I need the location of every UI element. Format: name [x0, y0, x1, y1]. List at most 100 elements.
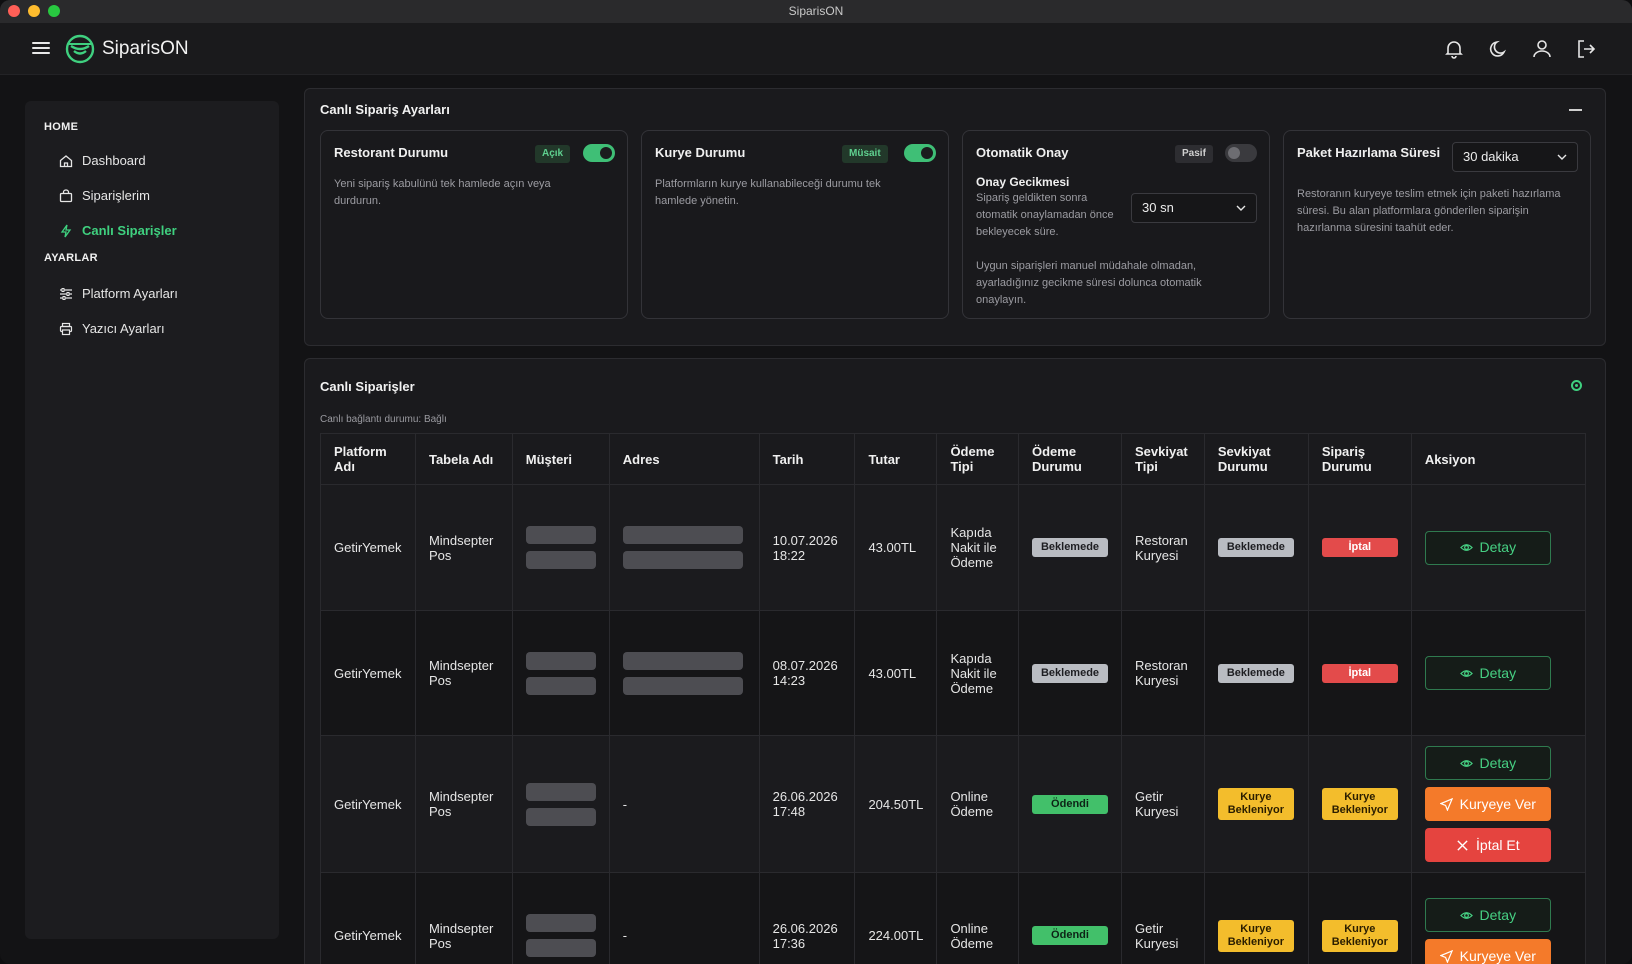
sidebar-item-platform-settings[interactable]: Platform Ayarları: [25, 276, 279, 311]
column-header[interactable]: Ödeme Tipi: [936, 433, 1019, 485]
action-cell: Detay: [1410, 610, 1587, 736]
detail-button[interactable]: Detay: [1424, 898, 1551, 932]
column-header[interactable]: Tarih: [758, 433, 856, 485]
shipping-type-cell: Getir Kuryesi: [1121, 735, 1205, 873]
detail-button[interactable]: Detay: [1424, 530, 1551, 565]
window-title: SiparisON: [788, 4, 844, 18]
date-cell: 10.07.2026 18:22: [758, 484, 856, 611]
status-badge: Beklemede: [1032, 538, 1108, 557]
user-icon[interactable]: [1530, 37, 1554, 61]
order-status-cell: Kurye Bekleniyor: [1307, 872, 1412, 964]
column-header[interactable]: Sevkiyat Durumu: [1203, 433, 1309, 485]
date-cell: 08.07.2026 14:23: [758, 610, 856, 736]
courier-status-toggle[interactable]: [904, 144, 936, 162]
sidebar-item-live-orders[interactable]: Canlı Siparişler: [25, 213, 279, 248]
table-row[interactable]: GetirYemek Mindsepter Pos 10.07.2026 18:…: [320, 484, 1587, 611]
bell-icon[interactable]: [1442, 37, 1466, 61]
column-header[interactable]: Ödeme Durumu: [1018, 433, 1122, 485]
address-cell: -: [608, 872, 760, 964]
maximize-window-button[interactable]: [48, 5, 60, 17]
hamburger-menu-icon[interactable]: [32, 39, 50, 57]
platform-cell: GetirYemek: [320, 735, 416, 873]
amount-cell: 43.00TL: [854, 484, 938, 611]
redacted-text: [622, 676, 743, 695]
platform-cell: GetirYemek: [320, 484, 416, 611]
action-cell: Detay Kuryeye Ver İptal Et: [1410, 735, 1587, 873]
button-label: Kuryeye Ver: [1459, 795, 1536, 812]
column-header[interactable]: Sipariş Durumu: [1307, 433, 1412, 485]
status-badge: Pasif: [1175, 145, 1213, 163]
sidebar-item-printer-settings[interactable]: Yazıcı Ayarları: [25, 311, 279, 346]
action-cell: Detay: [1410, 484, 1587, 611]
sidebar: HOME Dashboard Siparişlerim Canlı Sipari…: [25, 101, 279, 939]
status-badge: Müsait: [842, 145, 888, 163]
column-header[interactable]: Tabela Adı: [414, 433, 513, 485]
card-title: Otomatik Onay: [976, 145, 1069, 160]
payment-type-cell: Kapıda Nakit ile Ödeme: [936, 610, 1019, 736]
detail-button[interactable]: Detay: [1424, 656, 1551, 690]
app-window: SiparisON SiparisON HOME Dashboard Sipar…: [0, 0, 1632, 964]
assign-courier-button[interactable]: Kuryeye Ver: [1424, 787, 1551, 821]
auto-approve-toggle[interactable]: [1225, 144, 1257, 162]
card-description: Yeni sipariş kabulünü tek hamlede açın v…: [334, 178, 551, 207]
redacted-text: [622, 551, 743, 569]
status-badge: Ödendi: [1032, 926, 1108, 945]
button-label: Detay: [1479, 539, 1517, 555]
shipping-status-cell: Beklemede: [1203, 484, 1309, 611]
close-icon: [1457, 839, 1468, 851]
order-status-cell: Kurye Bekleniyor: [1307, 735, 1412, 873]
home-icon: [59, 154, 73, 167]
store-cell: Mindsepter Pos: [414, 735, 513, 873]
restaurant-status-toggle[interactable]: [583, 144, 615, 162]
send-icon: [1439, 797, 1453, 811]
column-header[interactable]: Tutar: [854, 433, 938, 485]
orders-table: Platform Adı Tabela Adı Müşteri Adres Ta…: [320, 433, 1587, 964]
card-title: Kurye Durumu: [655, 145, 746, 160]
card-description: Platformların kurye kullanabileceği duru…: [655, 178, 881, 207]
shipping-type-cell: Restoran Kuryesi: [1121, 610, 1205, 736]
redacted-text: [525, 526, 596, 544]
connection-status-text: Canlı bağlantı durumu: Bağlı: [320, 414, 447, 425]
collapse-icon[interactable]: [1569, 109, 1582, 111]
column-header[interactable]: Aksiyon: [1410, 433, 1587, 485]
action-cell: Detay Kuryeye Ver: [1410, 872, 1587, 964]
column-header[interactable]: Platform Adı: [320, 433, 416, 485]
status-badge: Kurye Bekleniyor: [1217, 919, 1294, 952]
chevron-down-icon: [1236, 205, 1246, 211]
logout-icon[interactable]: [1574, 37, 1598, 61]
moon-icon[interactable]: [1486, 37, 1510, 61]
column-header[interactable]: Müşteri: [511, 433, 610, 485]
customer-cell: [511, 872, 610, 964]
app-logo[interactable]: SiparisON: [64, 33, 189, 65]
window-controls: [8, 5, 60, 17]
eye-icon: [1459, 911, 1473, 919]
sliders-icon: [60, 287, 72, 300]
table-row[interactable]: GetirYemek Mindsepter Pos - 26.06.2026 1…: [320, 872, 1587, 964]
detail-button[interactable]: Detay: [1424, 746, 1551, 780]
date-cell: 26.06.2026 17:48: [758, 735, 856, 873]
table-row[interactable]: GetirYemek Mindsepter Pos - 26.06.2026 1…: [320, 735, 1587, 873]
sidebar-item-orders[interactable]: Siparişlerim: [25, 178, 279, 213]
courier-status-card: Kurye Durumu Müsait Platformların kurye …: [641, 130, 949, 319]
assign-courier-button[interactable]: Kuryeye Ver: [1424, 939, 1551, 964]
prep-time-select[interactable]: 30 dakika: [1452, 142, 1578, 172]
column-header[interactable]: Adres: [608, 433, 760, 485]
card-description: Restoranın kuryeye teslim etmek için pak…: [1297, 188, 1561, 234]
shipping-status-cell: Beklemede: [1203, 610, 1309, 736]
header-actions: [1442, 37, 1598, 61]
close-window-button[interactable]: [8, 5, 20, 17]
status-badge: İptal: [1321, 538, 1398, 557]
column-header[interactable]: Sevkiyat Tipi: [1121, 433, 1205, 485]
delay-select[interactable]: 30 sn: [1131, 193, 1257, 223]
minimize-window-button[interactable]: [28, 5, 40, 17]
sidebar-item-dashboard[interactable]: Dashboard: [25, 143, 279, 178]
table-row[interactable]: GetirYemek Mindsepter Pos 08.07.2026 14:…: [320, 610, 1587, 736]
customer-cell: [511, 610, 610, 736]
cancel-order-button[interactable]: İptal Et: [1424, 828, 1551, 862]
bag-icon: [59, 188, 73, 202]
orders-panel-title: Canlı Siparişler: [320, 379, 415, 394]
status-badge: İptal: [1321, 663, 1398, 683]
app-name: SiparisON: [102, 38, 189, 59]
redacted-text: [525, 676, 596, 695]
platform-cell: GetirYemek: [320, 872, 416, 964]
